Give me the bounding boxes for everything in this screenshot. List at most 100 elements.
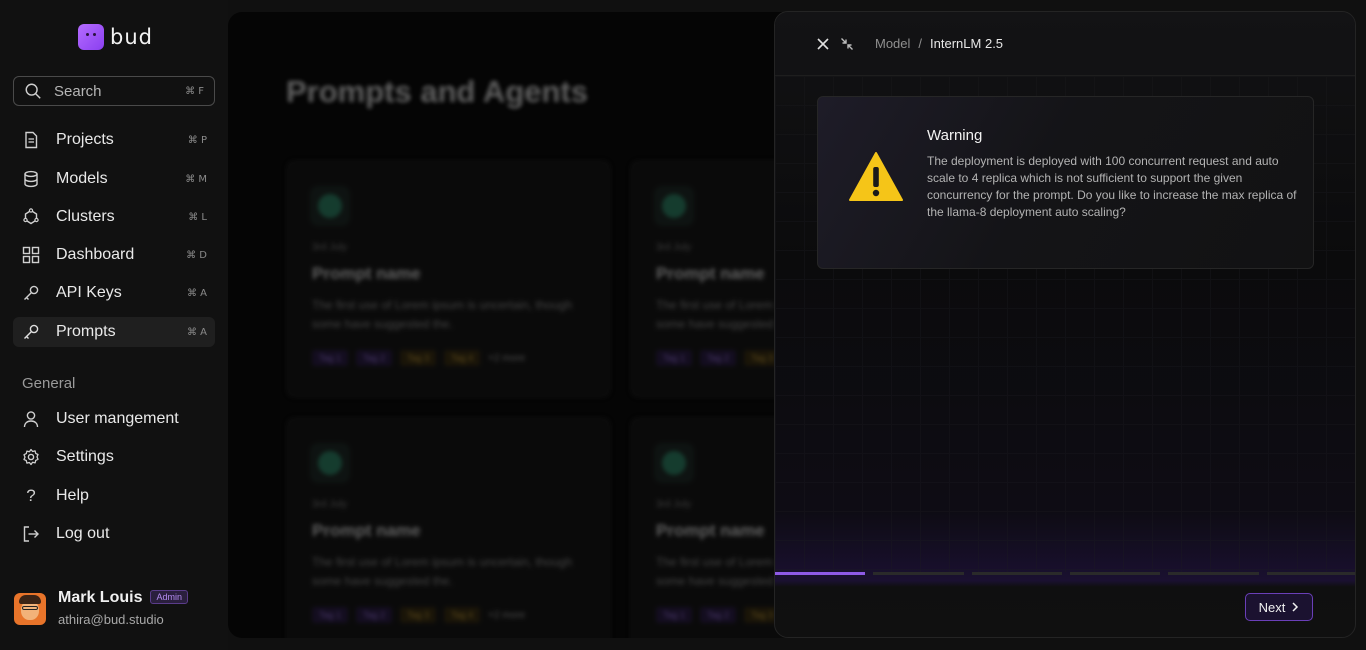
sidebar-item-logout[interactable]: Log out (13, 519, 215, 549)
sidebar: bud ⌘ F Projects ⌘ P Models ⌘ M Clusters… (0, 0, 228, 650)
prompt-card[interactable]: 3rd July Prompt name The first use of Lo… (286, 417, 611, 638)
key-icon (21, 283, 41, 303)
sidebar-item-shortcut: ⌘ P (187, 134, 207, 146)
sidebar-item-shortcut: ⌘ L (188, 211, 207, 223)
sidebar-item-clusters[interactable]: Clusters ⌘ L (13, 202, 215, 232)
progress-segment (775, 572, 866, 575)
brand-logo[interactable]: bud (78, 24, 153, 50)
card-description: The first use of Lorem ipsum is uncertai… (312, 298, 573, 331)
progress-segment (971, 572, 1062, 575)
warning-message: The deployment is deployed with 100 conc… (927, 154, 1297, 219)
sidebar-item-label: Clusters (56, 208, 115, 225)
tag: Tag 1 (656, 607, 693, 623)
avatar-glasses (22, 606, 38, 610)
user-email: athira@bud.studio (58, 612, 164, 627)
breadcrumb-parent[interactable]: Model (875, 36, 910, 51)
tag: Tag 4 (444, 607, 481, 623)
section-title-general: General (22, 375, 76, 392)
progress-segment (1069, 572, 1161, 575)
database-icon (21, 169, 41, 189)
cluster-icon (21, 207, 41, 227)
search-box[interactable]: ⌘ F (13, 76, 215, 106)
sidebar-item-label: Settings (56, 448, 114, 465)
openai-icon (654, 443, 694, 483)
card-description: The first use of Lorem ipsum is uncertai… (312, 555, 573, 588)
breadcrumb-separator: / (918, 36, 923, 51)
step-progress (775, 572, 1355, 575)
card-tags: Tag 1 Tag 2 Tag 3 (656, 607, 781, 623)
openai-icon (654, 186, 694, 226)
tag: Tag 2 (356, 350, 393, 366)
sidebar-item-projects[interactable]: Projects ⌘ P (13, 125, 215, 155)
sidebar-item-dashboard[interactable]: Dashboard ⌘ D (13, 240, 215, 270)
sidebar-item-label: Log out (56, 525, 110, 542)
warning-title: Warning (927, 127, 983, 144)
next-button[interactable]: Next (1245, 593, 1313, 621)
warning-icon (849, 152, 903, 201)
tag: Tag 1 (312, 607, 349, 623)
card-tags: Tag 1 Tag 2 Tag 3 Tag 4 +2 more (312, 350, 525, 366)
model-drawer: Model / InternLM 2.5 Warning The deploym… (774, 11, 1356, 638)
tag: Tag 2 (700, 350, 737, 366)
search-shortcut: ⌘ F (185, 85, 204, 97)
document-icon (21, 130, 41, 150)
brand-name: bud (110, 25, 153, 49)
tag: Tag 2 (700, 607, 737, 623)
sidebar-item-models[interactable]: Models ⌘ M (13, 164, 215, 194)
drawer-header: Model / InternLM 2.5 (775, 12, 1355, 76)
page-title: Prompts and Agents (286, 74, 588, 109)
card-tags: Tag 1 Tag 2 Tag 3 Tag 4 +2 more (312, 607, 525, 623)
logout-icon (21, 524, 41, 544)
card-title: Prompt name (656, 264, 765, 283)
sidebar-item-shortcut: ⌘ A (186, 326, 207, 338)
sidebar-item-settings[interactable]: Settings (13, 442, 215, 472)
search-input[interactable] (54, 82, 186, 100)
card-date: 3rd July (656, 242, 692, 253)
card-date: 3rd July (312, 499, 348, 510)
card-title: Prompt name (312, 264, 421, 283)
next-button-label: Next (1258, 599, 1286, 615)
card-date: 3rd July (312, 242, 348, 253)
sidebar-item-label: API Keys (56, 284, 122, 301)
role-badge: Admin (150, 590, 188, 604)
tag: Tag 2 (356, 607, 393, 623)
openai-icon (310, 186, 350, 226)
sidebar-item-shortcut: ⌘ D (186, 249, 207, 261)
user-name: Mark Louis (58, 589, 143, 606)
sidebar-item-prompts[interactable]: Prompts ⌘ A (13, 317, 215, 347)
search-icon (25, 83, 41, 99)
question-icon: ? (26, 486, 36, 505)
progress-segment (1168, 572, 1259, 575)
sidebar-item-user-management[interactable]: User mangement (13, 404, 215, 434)
tag: Tag 1 (312, 350, 349, 366)
avatar-hair (19, 595, 41, 604)
user-profile[interactable]: Mark Louis Admin athira@bud.studio (14, 589, 188, 627)
card-title: Prompt name (656, 521, 765, 540)
card-tags: Tag 1 Tag 2 Tag 3 (656, 350, 781, 366)
sidebar-item-shortcut: ⌘ A (186, 287, 207, 299)
card-date: 3rd July (656, 499, 692, 510)
user-icon (21, 409, 41, 429)
key-icon (21, 322, 41, 342)
user-info: Mark Louis Admin athira@bud.studio (58, 589, 188, 627)
breadcrumb-current: InternLM 2.5 (930, 36, 1004, 51)
close-icon[interactable] (815, 36, 831, 52)
sidebar-item-label: Models (56, 170, 108, 187)
bud-logo-icon (78, 24, 104, 50)
chevron-right-icon (1292, 602, 1299, 612)
tag: Tag 3 (400, 607, 437, 623)
more-tags: +2 more (488, 609, 526, 621)
progress-segment (873, 572, 964, 575)
openai-icon (310, 443, 350, 483)
collapse-icon[interactable] (839, 36, 855, 52)
progress-segment (1266, 572, 1355, 575)
prompt-card[interactable]: 3rd July Prompt name The first use of Lo… (286, 160, 611, 398)
sidebar-item-api-keys[interactable]: API Keys ⌘ A (13, 278, 215, 308)
more-tags: +2 more (488, 352, 526, 364)
sidebar-item-label: Help (56, 487, 89, 504)
tag: Tag 4 (444, 350, 481, 366)
tag: Tag 1 (656, 350, 693, 366)
sidebar-item-label: Dashboard (56, 246, 135, 263)
sidebar-item-help[interactable]: ? Help (13, 481, 215, 511)
sidebar-item-shortcut: ⌘ M (185, 173, 207, 185)
